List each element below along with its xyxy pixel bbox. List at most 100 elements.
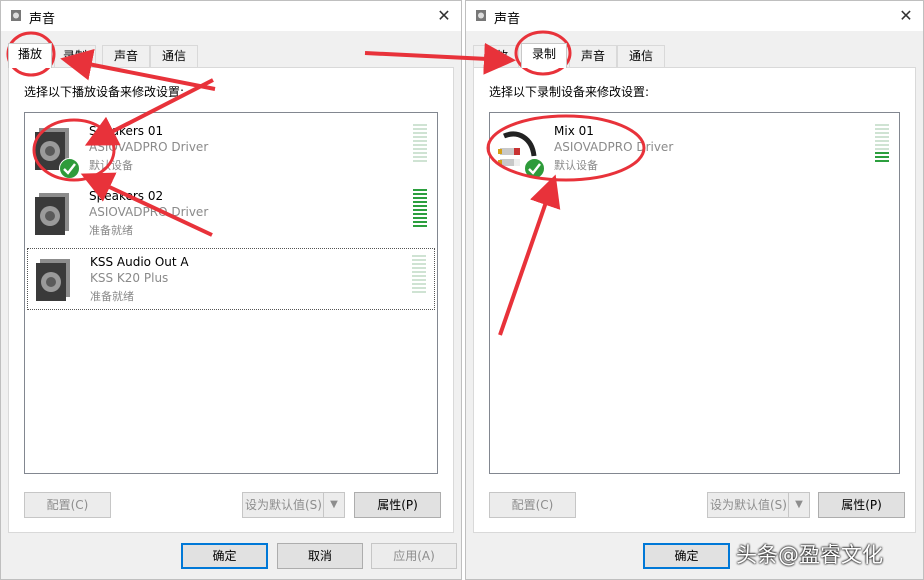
device-list: Mix 01 ASIOVADPRO Driver 默认设备 [489, 112, 900, 474]
instruction-text: 选择以下播放设备来修改设置: [24, 85, 185, 99]
set-default-button[interactable]: 设为默认值(S) ▼ [242, 492, 345, 518]
device-item[interactable]: Speakers 02 ASIOVADPRO Driver 准备就绪 [27, 183, 435, 245]
device-driver: ASIOVADPRO Driver [554, 140, 674, 154]
sound-dialog-recording: 声音 ✕ 播放 录制 声音 通信 选择以下录制设备来修改设置: Mix 01 A… [465, 0, 924, 580]
meter-segment [413, 193, 427, 195]
sound-dialog-playback: 声音 ✕ 播放 录制 声音 通信 选择以下播放设备来修改设置: Speakers… [0, 0, 462, 580]
device-item[interactable]: KSS Audio Out A KSS K20 Plus 准备就绪 [27, 248, 435, 310]
meter-segment [413, 189, 427, 191]
device-driver: KSS K20 Plus [90, 271, 169, 285]
chevron-down-icon[interactable]: ▼ [323, 493, 344, 517]
meter-segment [413, 225, 427, 227]
meter-segment [875, 128, 889, 130]
title-bar: 声音 ✕ [1, 1, 461, 31]
tab-playback[interactable]: 播放 [8, 43, 52, 68]
tab-sounds[interactable]: 声音 [102, 45, 150, 67]
device-name: Mix 01 [554, 124, 594, 138]
tab-strip: 播放 录制 声音 通信 [8, 43, 454, 68]
tab-communications[interactable]: 通信 [150, 45, 198, 67]
meter-segment [413, 217, 427, 219]
meter-segment [412, 287, 426, 289]
meter-segment [413, 160, 427, 162]
meter-segment [412, 271, 426, 273]
apply-button[interactable]: 应用(A) [371, 543, 457, 569]
device-name: Speakers 01 [89, 124, 164, 138]
meter-segment [413, 197, 427, 199]
watermark: 头条@盈睿文化 [736, 543, 883, 567]
ok-button[interactable]: 确定 [181, 543, 268, 569]
tab-playback[interactable]: 播放 [473, 45, 519, 67]
meter-segment [875, 148, 889, 150]
speaker-device-icon [36, 259, 70, 301]
meter-segment [412, 279, 426, 281]
tab-panel: 选择以下录制设备来修改设置: Mix 01 ASIOVADPRO Driver … [473, 67, 916, 533]
meter-segment [413, 205, 427, 207]
level-meter [413, 189, 427, 227]
speaker-device-icon [35, 193, 69, 235]
tab-recording[interactable]: 录制 [54, 45, 96, 67]
device-driver: ASIOVADPRO Driver [89, 140, 209, 154]
tab-communications[interactable]: 通信 [617, 45, 665, 67]
meter-segment [412, 275, 426, 277]
window-title: 声音 [29, 12, 56, 27]
level-meter [413, 124, 427, 162]
chevron-down-icon[interactable]: ▼ [788, 493, 809, 517]
device-item[interactable]: Speakers 01 ASIOVADPRO Driver 默认设备 [27, 118, 435, 180]
meter-segment [413, 144, 427, 146]
level-meter [412, 255, 426, 293]
configure-button[interactable]: 配置(C) [489, 492, 576, 518]
device-driver: ASIOVADPRO Driver [89, 205, 209, 219]
meter-segment [875, 144, 889, 146]
properties-button[interactable]: 属性(P) [818, 492, 905, 518]
device-status: 准备就绪 [90, 290, 134, 303]
meter-segment [875, 140, 889, 142]
tab-strip: 播放 录制 声音 通信 [473, 43, 916, 68]
meter-segment [413, 148, 427, 150]
meter-segment [412, 255, 426, 257]
tab-sounds[interactable]: 声音 [569, 45, 617, 67]
ok-button[interactable]: 确定 [643, 543, 730, 569]
instruction-text: 选择以下录制设备来修改设置: [489, 85, 650, 99]
device-name: Speakers 02 [89, 189, 164, 203]
device-status: 默认设备 [554, 159, 598, 172]
meter-segment [413, 132, 427, 134]
cancel-button[interactable]: 取消 [277, 543, 363, 569]
meter-segment [412, 259, 426, 261]
device-status: 准备就绪 [89, 224, 133, 237]
meter-segment [413, 128, 427, 130]
meter-segment [412, 263, 426, 265]
close-icon: ✕ [437, 6, 451, 25]
set-default-button[interactable]: 设为默认值(S) ▼ [707, 492, 810, 518]
close-button[interactable]: ✕ [427, 1, 461, 31]
speaker-icon [476, 10, 486, 21]
title-bar: 声音 ✕ [466, 1, 923, 31]
meter-segment [413, 152, 427, 154]
meter-segment [412, 267, 426, 269]
properties-button[interactable]: 属性(P) [354, 492, 441, 518]
meter-segment [413, 140, 427, 142]
meter-segment [875, 156, 889, 158]
default-check-icon [59, 158, 80, 179]
meter-segment [413, 156, 427, 158]
device-item[interactable]: Mix 01 ASIOVADPRO Driver 默认设备 [492, 118, 897, 180]
window-title: 声音 [494, 12, 521, 27]
meter-segment [413, 213, 427, 215]
meter-segment [875, 132, 889, 134]
set-default-label: 设为默认值(S) [245, 498, 322, 512]
tab-recording[interactable]: 录制 [521, 43, 567, 68]
device-status: 默认设备 [89, 159, 133, 172]
configure-button[interactable]: 配置(C) [24, 492, 111, 518]
meter-segment [875, 160, 889, 162]
speaker-icon [11, 10, 21, 21]
meter-segment [413, 221, 427, 223]
meter-segment [875, 152, 889, 154]
tab-panel: 选择以下播放设备来修改设置: Speakers 01 ASIOVADPRO Dr… [8, 67, 454, 533]
device-name: KSS Audio Out A [90, 255, 189, 269]
close-button[interactable]: ✕ [889, 1, 923, 31]
meter-segment [413, 209, 427, 211]
meter-segment [412, 291, 426, 293]
default-check-icon [524, 158, 545, 179]
meter-segment [413, 136, 427, 138]
meter-segment [875, 136, 889, 138]
close-icon: ✕ [899, 6, 913, 25]
